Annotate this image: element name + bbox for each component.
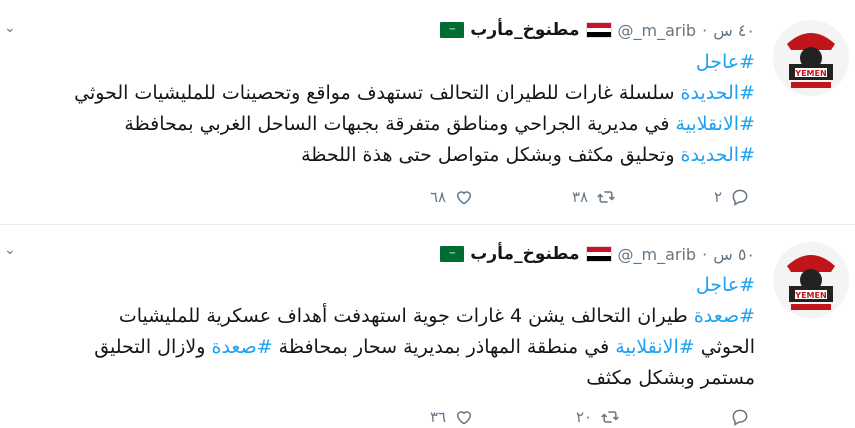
tweet-text-segment: سلسلة غارات للطيران التحالف تستهدف مواقع… — [74, 82, 681, 104]
tweet-card[interactable]: ⌄ YEMEN ─ مطنوخ_مأرب @_m_arib · ٥٠ س #عا… — [0, 226, 855, 426]
tweet-text-segment: ولازال التحليق — [94, 336, 212, 358]
author-handle[interactable]: @_m_arib — [618, 21, 697, 40]
like-button[interactable]: ٣٦ — [430, 407, 474, 427]
like-count: ٦٨ — [430, 188, 447, 206]
hashtag-link[interactable]: #عاجل — [696, 51, 755, 73]
tweet-line: الحوثي #الانقلابية في منطقة المهاذر بمدي… — [0, 332, 755, 363]
author-name[interactable]: مطنوخ_مأرب — [470, 244, 579, 264]
tweet-line: #صعدة طيران التحالف يشن 4 غارات جوية است… — [0, 301, 755, 332]
retweet-count: ٣٨ — [571, 188, 589, 206]
hashtag-link[interactable]: #صعدة — [211, 336, 272, 358]
retweet-button[interactable]: ٣٨ — [572, 187, 616, 207]
like-button[interactable]: ٦٨ — [430, 187, 474, 207]
tweet-feed: ⌄ YEMEN ─ مطنوخ_مأرب @_m_arib · ٤٠ س #عا… — [0, 0, 855, 426]
hashtag-link[interactable]: #صعدة — [694, 305, 755, 327]
reply-button[interactable]: ٢ — [714, 187, 750, 207]
tweet-time[interactable]: ٤٠ س — [713, 21, 755, 40]
retweet-icon — [601, 411, 619, 423]
hashtag-link[interactable]: #الانقلابية — [676, 113, 755, 135]
tweet-time[interactable]: ٥٠ س — [713, 245, 755, 264]
author-name[interactable]: مطنوخ_مأرب — [470, 20, 579, 40]
chevron-down-icon[interactable]: ⌄ — [4, 242, 16, 258]
separator-dot: · — [702, 244, 708, 264]
tweet-text: #عاجل #الحديدة سلسلة غارات للطيران التحا… — [0, 47, 755, 171]
heart-icon — [457, 411, 472, 425]
tweet-text-segment: مستمر وبشكل مكثف — [586, 367, 755, 389]
reply-count: ٢ — [713, 188, 722, 206]
tweet-text-segment: وتحليق مكثف وبشكل متواصل حتى هذة اللحظة — [301, 144, 681, 166]
reply-button[interactable] — [722, 407, 750, 427]
hashtag-link[interactable]: #الحديدة — [681, 144, 755, 166]
tweet-line: #الحديدة وتحليق مكثف وبشكل متواصل حتى هذ… — [0, 140, 755, 171]
saudi-flag-icon: ─ — [440, 22, 465, 38]
heart-icon — [457, 191, 472, 205]
author-handle[interactable]: @_m_arib — [618, 245, 697, 264]
hashtag-link[interactable]: #الانقلابية — [615, 336, 694, 358]
like-count: ٣٦ — [430, 408, 447, 426]
tweet-line: مستمر وبشكل مكثف — [0, 363, 755, 394]
reply-icon — [732, 409, 748, 426]
reply-icon — [732, 189, 748, 206]
tweet-line: #عاجل — [0, 47, 755, 78]
tweet-header: ─ مطنوخ_مأرب @_m_arib · ٤٠ س — [440, 18, 755, 42]
yemen-flag-icon — [585, 22, 612, 38]
tweet-line: #عاجل — [0, 270, 755, 301]
hashtag-link[interactable]: #الحديدة — [681, 82, 755, 104]
tweet-header: ─ مطنوخ_مأرب @_m_arib · ٥٠ س — [440, 242, 755, 266]
retweet-count: ٢٠ — [576, 408, 593, 426]
tweet-line: #الانقلابية في مديرية الجراحي ومناطق متف… — [0, 109, 755, 140]
tweet-actions: ٢٠ ٣٦ — [430, 406, 750, 428]
tweet-actions: ٢ ٣٨ ٦٨ — [430, 186, 750, 208]
retweet-button[interactable]: ٢٠ — [576, 407, 620, 427]
yemen-flag-icon — [585, 246, 612, 262]
separator-dot: · — [702, 20, 708, 40]
hashtag-link[interactable]: #عاجل — [696, 274, 755, 296]
tweet-text-segment: في مديرية الجراحي ومناطق متفرقة بجبهات ا… — [124, 113, 676, 135]
tweet-text-segment: الحوثي — [694, 336, 755, 358]
tweet-text: #عاجل #صعدة طيران التحالف يشن 4 غارات جو… — [0, 270, 755, 394]
tweet-text-segment: في منطقة المهاذر بمديرية سحار بمحافظة — [272, 336, 616, 358]
avatar-badge-text: YEMEN — [794, 69, 826, 78]
chevron-down-icon[interactable]: ⌄ — [4, 20, 16, 36]
avatar-badge-text: YEMEN — [794, 291, 826, 300]
avatar[interactable]: YEMEN — [773, 20, 849, 96]
retweet-icon — [597, 191, 615, 203]
tweet-text-segment: طيران التحالف يشن 4 غارات جوية استهدفت أ… — [118, 305, 694, 327]
avatar[interactable]: YEMEN — [773, 242, 849, 318]
tweet-line: #الحديدة سلسلة غارات للطيران التحالف تست… — [0, 78, 755, 109]
saudi-flag-icon: ─ — [440, 246, 465, 262]
tweet-card[interactable]: ⌄ YEMEN ─ مطنوخ_مأرب @_m_arib · ٤٠ س #عا… — [0, 0, 855, 225]
